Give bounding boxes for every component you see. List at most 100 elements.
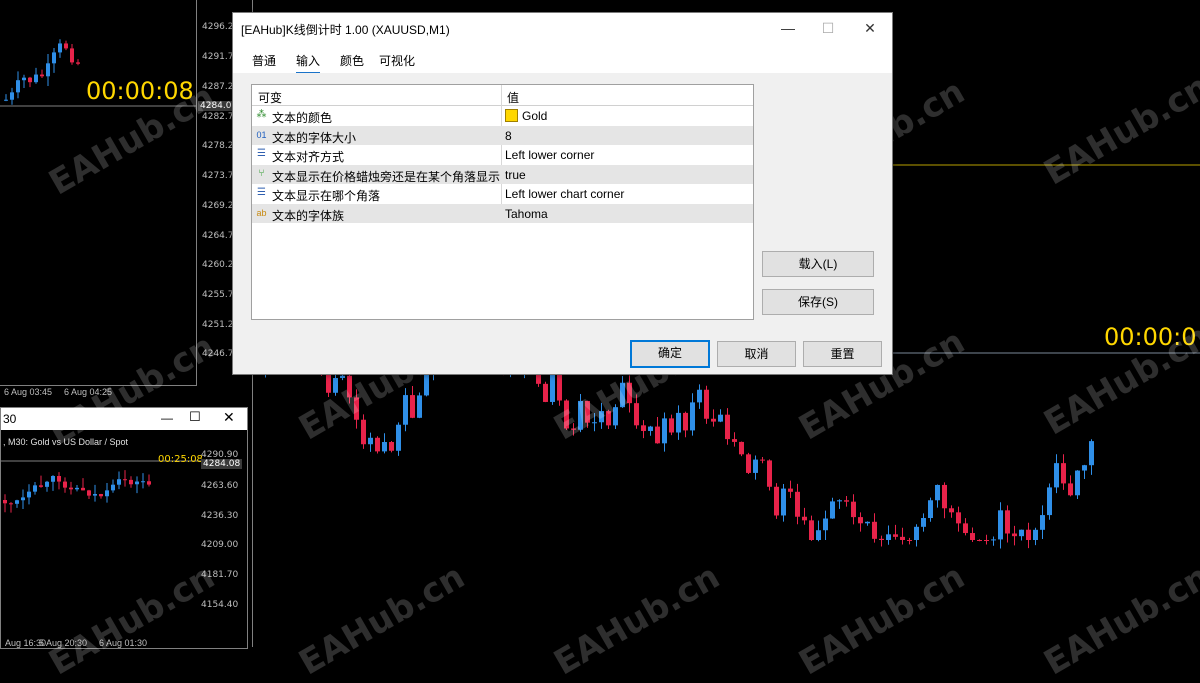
candle-body	[550, 374, 555, 402]
tab-colors[interactable]: 颜色	[340, 52, 364, 69]
candle-body	[63, 481, 67, 488]
candle-body	[753, 459, 758, 473]
param-row[interactable]: ⁂ 文本的颜色 Gold	[252, 106, 753, 125]
candle-body	[718, 414, 723, 422]
ok-button[interactable]: 确定	[630, 340, 710, 368]
load-button[interactable]: 载入(L)	[762, 251, 874, 277]
candle-body	[22, 77, 26, 81]
param-row[interactable]: ab 文本的字体族 Tahoma	[252, 204, 753, 223]
tab-general[interactable]: 普通	[252, 52, 276, 69]
current-price-label: 4284.08	[201, 459, 243, 469]
candle-body	[10, 92, 14, 100]
tab-visualization[interactable]: 可视化	[379, 52, 415, 69]
param-value[interactable]: Gold	[505, 109, 547, 123]
candle-body	[410, 395, 415, 418]
param-row[interactable]: ⑂ 文本显示在价格蜡烛旁还是在某个角落显示 true	[252, 165, 753, 184]
candle-body	[767, 460, 772, 487]
candle-body	[424, 373, 429, 396]
candle-body	[956, 512, 961, 524]
candle-body	[1075, 470, 1080, 496]
candle-body	[87, 490, 91, 496]
candle-body	[403, 395, 408, 425]
price-axis-m30: 4290.90 4284.08 4263.60 4236.30 4209.00 …	[197, 448, 247, 643]
cancel-button[interactable]: 取消	[717, 341, 796, 367]
param-row[interactable]: ☰ 文本对齐方式 Left lower corner	[252, 145, 753, 164]
dialog-titlebar[interactable]: [EAHub]K线倒计时 1.00 (XAUUSD,M1) — ☐ ✕	[233, 13, 892, 43]
candle-body	[111, 484, 115, 491]
m30-titlebar[interactable]: 30 — ☐ ✕	[1, 408, 247, 430]
indicator-properties-dialog: [EAHub]K线倒计时 1.00 (XAUUSD,M1) — ☐ ✕ 普通 输…	[232, 12, 893, 375]
candle-body	[39, 485, 43, 487]
candle-body	[76, 62, 80, 64]
candle-body	[627, 382, 632, 404]
chart-window-left[interactable]: 00:00:08 6 Aug 03:45 6 Aug 04:25	[0, 0, 197, 397]
save-button[interactable]: 保存(S)	[762, 289, 874, 315]
param-name: 文本的字体大小	[272, 131, 357, 145]
candle-body	[1005, 510, 1010, 534]
candle-body	[949, 508, 954, 513]
candle-body	[52, 52, 56, 64]
maximize-icon[interactable]: ☐	[805, 13, 851, 43]
candle-body	[375, 437, 380, 452]
candle-body	[942, 484, 947, 509]
param-row[interactable]: 01 文本的字体大小 8	[252, 126, 753, 145]
candle-body	[970, 533, 975, 540]
candle-body	[711, 418, 716, 422]
param-value[interactable]: 8	[505, 129, 512, 143]
candle-body	[1047, 487, 1052, 516]
candle-body	[872, 521, 877, 539]
dialog-tabs: 普通 输入 颜色 可视化	[233, 43, 892, 74]
candle-body	[58, 43, 62, 53]
param-value[interactable]: Left lower chart corner	[505, 187, 624, 201]
candle-body	[578, 400, 583, 430]
candle-body	[368, 437, 373, 445]
candle-body	[991, 539, 996, 541]
param-row[interactable]: ☰ 文本显示在哪个角落 Left lower chart corner	[252, 184, 753, 203]
candle-body	[1082, 465, 1087, 471]
candle-body	[40, 74, 44, 77]
candle-body	[1068, 483, 1073, 496]
candle-body	[886, 534, 891, 540]
column-header-value[interactable]: 值	[507, 89, 519, 106]
countdown-timer-main: 00:00:0	[1104, 323, 1197, 351]
candle-body	[3, 500, 7, 504]
candle-body	[641, 425, 646, 431]
candle-body	[326, 373, 331, 393]
dialog-content: 可变 值 ⁂ 文本的颜色 Gold 01 文本的字体大小 8 ☰ 文本对齐方式 …	[233, 73, 892, 374]
tab-inputs[interactable]: 输入	[296, 52, 321, 74]
candle-body	[781, 488, 786, 516]
inputs-grid[interactable]: 可变 值 ⁂ 文本的颜色 Gold 01 文本的字体大小 8 ☰ 文本对齐方式 …	[251, 84, 754, 320]
candle-body	[557, 374, 562, 401]
candle-body	[984, 540, 989, 541]
minimize-icon[interactable]: —	[161, 411, 173, 425]
candle-body	[4, 99, 8, 101]
candle-body	[683, 412, 688, 431]
candle-body	[28, 77, 32, 83]
candle-body	[123, 479, 127, 481]
candle-body	[1033, 529, 1038, 540]
reset-button[interactable]: 重置	[803, 341, 882, 367]
candle-body	[823, 518, 828, 531]
candle-body	[585, 400, 590, 423]
param-value[interactable]: true	[505, 168, 526, 182]
param-value[interactable]: Left lower corner	[505, 148, 594, 162]
candle-body	[129, 479, 133, 485]
column-header-variable[interactable]: 可变	[258, 89, 282, 106]
candle-body	[51, 476, 55, 482]
candle-body	[105, 490, 109, 497]
candle-body	[676, 412, 681, 433]
countdown-timer: 00:00:08	[86, 77, 194, 105]
chart-window-m30[interactable]: 30 — ☐ ✕ , M30: Gold vs US Dollar / Spot…	[0, 407, 248, 649]
close-icon[interactable]: ✕	[223, 409, 235, 426]
candle-body	[354, 397, 359, 420]
maximize-icon[interactable]: ☐	[189, 409, 201, 425]
candle-body	[46, 63, 50, 77]
candle-body	[69, 487, 73, 490]
time-label: 6 Aug 04:25	[64, 387, 113, 397]
candle-body	[620, 382, 625, 408]
param-value[interactable]: Tahoma	[505, 207, 548, 221]
candle-body	[795, 491, 800, 517]
candle-body	[135, 481, 139, 485]
close-icon[interactable]: ✕	[847, 13, 893, 43]
color-icon: ⁂	[256, 109, 267, 120]
